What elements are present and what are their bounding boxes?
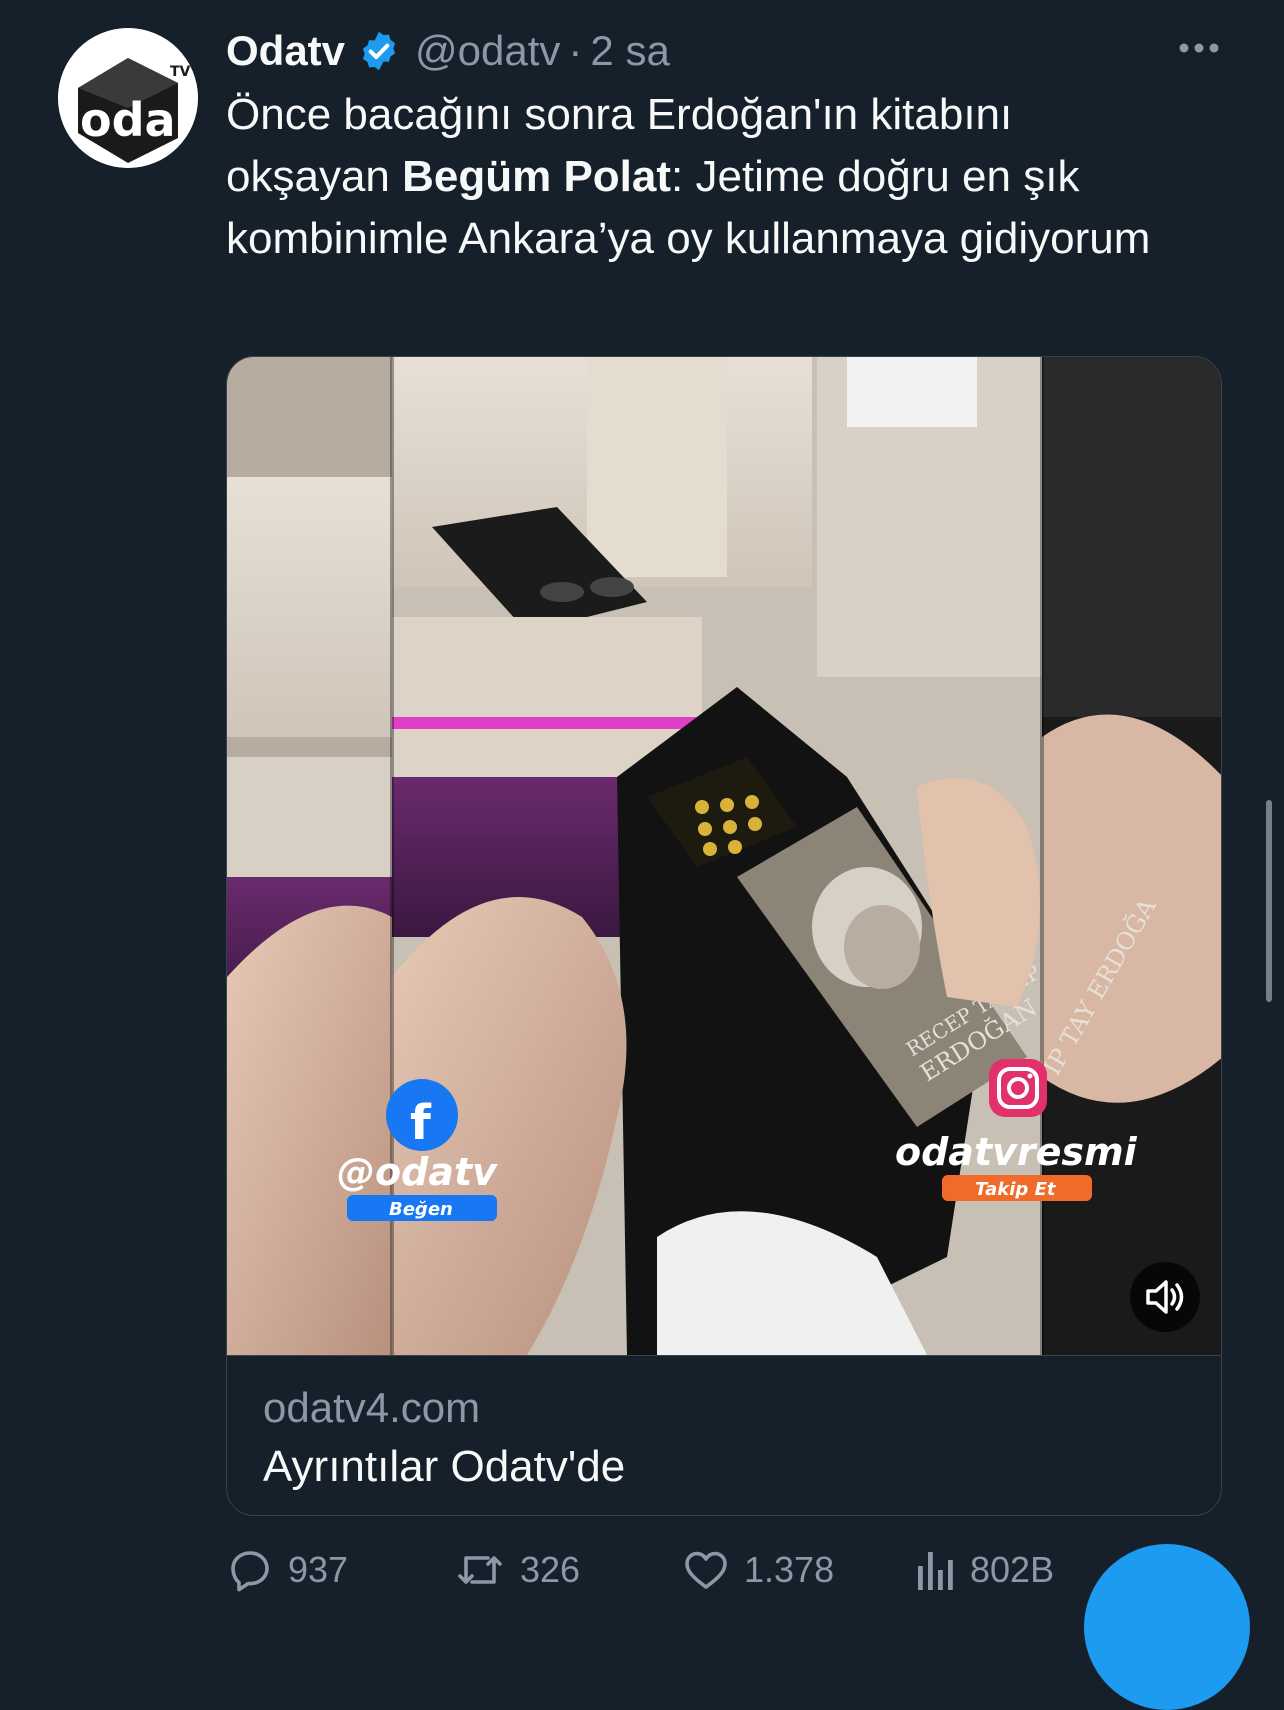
svg-text:f: f: [410, 1095, 432, 1151]
tweet-header: Odatv @odatv · 2 sa: [226, 24, 670, 78]
avatar[interactable]: oda TV: [58, 28, 198, 168]
author-name[interactable]: Odatv: [226, 27, 345, 75]
views-button[interactable]: 802B: [912, 1540, 1054, 1600]
facebook-handle: @odatv: [337, 1150, 498, 1194]
card-domain: odatv4.com: [263, 1384, 481, 1431]
video-thumbnail: RECEP TAYYİP ERDOĞAN İP TAY ERDOĞA f @od…: [227, 357, 1221, 1355]
card-info[interactable]: odatv4.com Ayrıntılar Odatv'de: [227, 1355, 1221, 1515]
like-button[interactable]: 1.378: [682, 1540, 834, 1600]
retweet-count: 326: [520, 1549, 581, 1590]
video-media[interactable]: RECEP TAYYİP ERDOĞAN İP TAY ERDOĞA f @od…: [227, 357, 1221, 1355]
speaker-icon: [1146, 1280, 1184, 1314]
tweet-text-bold-name: Begüm Polat: [402, 152, 672, 201]
reply-icon: [231, 1551, 269, 1592]
instagram-handle: odatvresmi: [895, 1130, 1138, 1174]
like-count: 1.378: [744, 1549, 835, 1590]
avatar-logo-text: oda: [80, 93, 176, 147]
views-count: 802B: [970, 1549, 1055, 1590]
tweet-timestamp[interactable]: 2 sa: [590, 27, 669, 75]
mute-toggle-button[interactable]: [1130, 1262, 1200, 1332]
avatar-superscript: TV: [170, 64, 191, 80]
reply-button[interactable]: 937: [226, 1540, 348, 1600]
retweet-button[interactable]: 326: [454, 1540, 580, 1600]
odatv-logo-icon: oda TV: [58, 28, 198, 168]
views-icon: [918, 1552, 953, 1590]
instagram-action: Takip Et: [975, 1179, 1057, 1200]
compose-tweet-button[interactable]: [1084, 1544, 1250, 1710]
separator-dot: ·: [568, 27, 583, 74]
retweet-icon: [458, 1556, 502, 1584]
scrollbar[interactable]: [1266, 800, 1272, 1002]
tweet-actions: 937 326 1.378 802B: [226, 1540, 1226, 1600]
like-icon: [685, 1551, 727, 1589]
tweet-text: Önce bacağını sonra Erdoğan'ın kitabını …: [226, 84, 1186, 270]
reply-count: 937: [288, 1549, 349, 1590]
verified-badge-icon: [362, 31, 396, 71]
facebook-action: Beğen: [389, 1199, 453, 1220]
more-options-icon[interactable]: [1174, 28, 1224, 68]
author-handle[interactable]: @odatv: [415, 27, 560, 75]
card-title: Ayrıntılar Odatv'de: [263, 1442, 626, 1491]
link-card[interactable]: RECEP TAYYİP ERDOĞAN İP TAY ERDOĞA f @od…: [226, 356, 1222, 1516]
